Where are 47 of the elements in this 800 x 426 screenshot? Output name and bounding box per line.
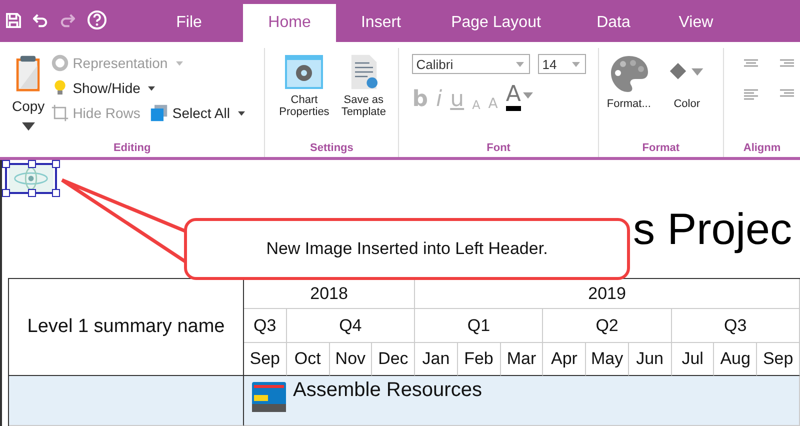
ribbon-tab[interactable]: Home [243, 4, 336, 42]
quarter-header: Q1 [415, 309, 544, 343]
year-header: 2019 [415, 279, 800, 309]
save-as-template-button[interactable]: Save as Template [339, 48, 388, 142]
ribbon-tab[interactable]: File [135, 4, 243, 42]
ribbon-tab[interactable]: Data [566, 4, 661, 42]
quarter-header: Q4 [286, 309, 416, 343]
copy-label: Copy [12, 98, 45, 114]
caret-icon [516, 62, 524, 66]
caret-icon [176, 60, 183, 66]
select-all-icon [150, 104, 168, 122]
year-header: 2018 [244, 279, 416, 309]
header-image[interactable] [5, 163, 57, 194]
copy-button[interactable]: Copy [0, 48, 51, 142]
caret-icon [522, 92, 533, 99]
select-all-button[interactable]: Select All [150, 102, 245, 124]
undo-icon[interactable] [33, 12, 48, 28]
group-label: Alignm [742, 142, 782, 156]
chart-properties-button[interactable]: Chart Properties [277, 48, 332, 142]
caret-icon [572, 62, 580, 66]
clipboard-icon [14, 54, 42, 92]
quarter-header: Q3 [672, 309, 800, 343]
group-label: Settings [309, 142, 354, 156]
caret-icon [238, 110, 245, 116]
font-color-button[interactable]: A [506, 84, 521, 111]
save-icon[interactable] [6, 12, 21, 28]
crop-icon [50, 104, 69, 122]
group-label: Format [641, 142, 681, 156]
dropdown-arrow-icon [22, 122, 35, 131]
callout-text: New Image Inserted into Left Header. [266, 239, 548, 259]
color-button[interactable]: Color [666, 48, 707, 142]
palette-icon [608, 54, 649, 94]
font-size-dropdown[interactable]: 14 [538, 54, 586, 74]
group-label: Editing [112, 142, 152, 156]
format-button[interactable]: Format... [604, 48, 653, 142]
help-icon[interactable] [87, 10, 107, 30]
task-name: Assemble Resources [293, 379, 482, 402]
ribbon-tab[interactable]: Page Layout [426, 4, 566, 42]
ribbon-tab[interactable]: Insert [336, 4, 426, 42]
group-label: Font [486, 142, 512, 156]
font-family-dropdown[interactable]: Calibri [412, 54, 530, 74]
chart-title: s Projec [633, 204, 792, 256]
quarter-header: Q3 [244, 309, 287, 343]
quarter-header: Q2 [543, 309, 672, 343]
show-hide-button[interactable]: Show/Hide [50, 77, 245, 99]
ribbon-tab[interactable]: View [661, 4, 731, 42]
caret-icon [148, 86, 156, 90]
